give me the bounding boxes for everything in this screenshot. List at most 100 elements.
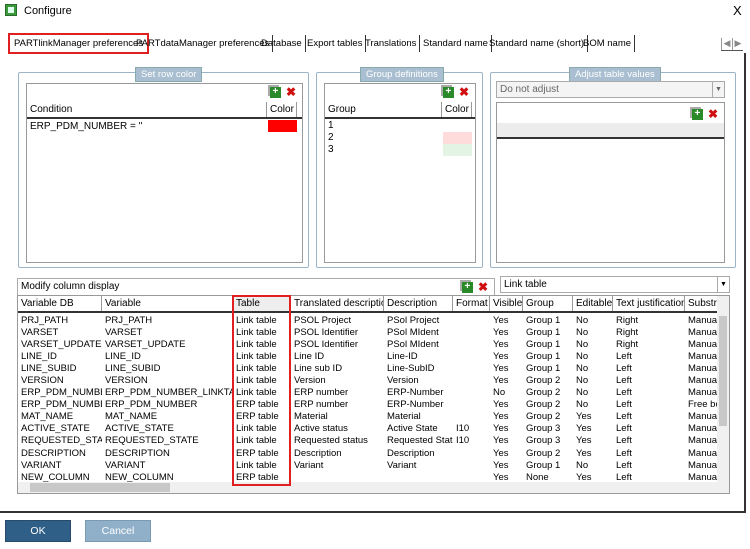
table-row[interactable]: VARIANT VARIANT Link table Variant Variant Ye… <box>18 459 718 471</box>
table-cell[interactable]: Left <box>613 399 685 411</box>
table-cell[interactable] <box>453 350 490 362</box>
table-cell[interactable]: No <box>573 314 613 326</box>
table-cell[interactable]: Right <box>613 338 685 350</box>
table-cell[interactable]: Material <box>384 411 453 423</box>
table-cell[interactable]: PSol Project <box>384 314 453 326</box>
table-cell[interactable]: Yes <box>573 447 613 459</box>
table-cell[interactable]: ERP table <box>233 447 291 459</box>
col-color[interactable]: Color <box>442 102 472 117</box>
table-cell[interactable]: No <box>573 459 613 471</box>
table-cell[interactable]: Line-ID <box>384 350 453 362</box>
tab-7[interactable]: BOM name <box>580 35 636 52</box>
table-cell[interactable]: PRJ_PATH <box>18 314 102 326</box>
table-cell[interactable]: PSOL Project <box>291 314 384 326</box>
table-cell[interactable]: I10 <box>453 423 490 435</box>
table-cell[interactable] <box>453 459 490 471</box>
table-cell[interactable]: Manual <box>685 350 718 362</box>
table-cell[interactable]: Group 2 <box>523 399 573 411</box>
delete-icon[interactable]: ✖ <box>286 86 296 98</box>
scroll-thumb[interactable] <box>30 483 170 492</box>
table-cell[interactable]: VARSET_UPDATE <box>18 338 102 350</box>
table-cell[interactable]: ERP_PDM_NUMBER <box>18 399 102 411</box>
table-cell[interactable]: Group 3 <box>523 423 573 435</box>
color-swatch[interactable] <box>268 120 297 132</box>
table-cell[interactable]: PRJ_PATH <box>102 314 233 326</box>
table-cell[interactable]: Manual <box>685 374 718 386</box>
table-row[interactable]: VARSET VARSET Link table PSOL Identifier PSo… <box>18 326 718 338</box>
table-cell[interactable]: DESCRIPTION <box>102 447 233 459</box>
table-row[interactable]: REQUESTED_STATEREQUESTED_STATELink table… <box>18 435 718 447</box>
table-cell[interactable] <box>453 387 490 399</box>
table-cell[interactable]: No <box>573 350 613 362</box>
table-cell[interactable]: Free bo <box>685 399 718 411</box>
table-cell[interactable]: Left <box>613 423 685 435</box>
column-header[interactable]: Text justification <box>613 296 685 311</box>
delete-icon[interactable]: ✖ <box>478 281 488 293</box>
table-cell[interactable]: No <box>573 326 613 338</box>
table-cell[interactable]: No <box>573 387 613 399</box>
table-cell[interactable]: Active State <box>384 423 453 435</box>
table-cell[interactable]: Yes <box>490 314 523 326</box>
table-cell[interactable]: Requested State <box>384 435 453 447</box>
table-cell[interactable]: ERP_PDM_NUMBER <box>18 387 102 399</box>
table-cell[interactable]: Left <box>613 387 685 399</box>
column-header[interactable]: Variable DB <box>18 296 102 311</box>
table-cell[interactable] <box>453 338 490 350</box>
tab-5[interactable]: Standard name <box>420 35 492 52</box>
table-cell[interactable]: Link table <box>233 374 291 386</box>
table-cell[interactable]: Manual <box>685 411 718 423</box>
tab-4[interactable]: Translations <box>362 35 421 52</box>
table-cell[interactable]: ERP table <box>233 399 291 411</box>
table-cell[interactable]: Manual <box>685 435 718 447</box>
table-cell[interactable]: Left <box>613 411 685 423</box>
table-cell[interactable]: Yes <box>490 411 523 423</box>
column-header[interactable]: Group <box>523 296 573 311</box>
table-cell[interactable] <box>453 447 490 459</box>
table-cell[interactable]: Group 2 <box>523 387 573 399</box>
table-cell[interactable] <box>453 399 490 411</box>
table-cell[interactable]: Left <box>613 362 685 374</box>
table-cell[interactable]: Manual <box>685 314 718 326</box>
table-cell[interactable]: PSol MIdent <box>384 326 453 338</box>
column-header[interactable]: Description <box>384 296 453 311</box>
column-header[interactable]: Translated description <box>291 296 384 311</box>
table-cell[interactable]: Link table <box>233 459 291 471</box>
table-cell[interactable]: Manual <box>685 459 718 471</box>
table-cell[interactable]: Link table <box>233 350 291 362</box>
table-cell[interactable] <box>453 411 490 423</box>
table-cell[interactable]: Line ID <box>291 350 384 362</box>
adjust-list[interactable]: + ✖ <box>496 102 725 263</box>
table-cell[interactable]: DESCRIPTION <box>18 447 102 459</box>
table-cell[interactable]: ERP number <box>291 399 384 411</box>
table-cell[interactable]: REQUESTED_STATE <box>18 435 102 447</box>
table-cell[interactable]: Yes <box>573 435 613 447</box>
table-cell[interactable]: Version <box>291 374 384 386</box>
table-cell[interactable]: Yes <box>490 338 523 350</box>
table-cell[interactable]: Left <box>613 447 685 459</box>
delete-icon[interactable]: ✖ <box>708 108 718 120</box>
table-cell[interactable]: Group 1 <box>523 326 573 338</box>
group-row[interactable]: 1 <box>325 120 475 132</box>
table-cell[interactable]: Link table <box>233 362 291 374</box>
table-cell[interactable]: Version <box>384 374 453 386</box>
table-cell[interactable]: Link table <box>233 423 291 435</box>
add-icon[interactable]: + <box>269 87 281 98</box>
add-icon[interactable]: + <box>691 109 703 120</box>
table-cell[interactable]: Yes <box>490 447 523 459</box>
table-cell[interactable]: MAT_NAME <box>18 411 102 423</box>
table-cell[interactable]: Active status <box>291 423 384 435</box>
table-cell[interactable]: Left <box>613 350 685 362</box>
table-cell[interactable]: Line-SubID <box>384 362 453 374</box>
table-cell[interactable]: Variant <box>291 459 384 471</box>
tab-left-icon[interactable]: ◀ <box>721 38 732 50</box>
tab-right-icon[interactable]: ▶ <box>732 38 743 50</box>
table-cell[interactable]: Yes <box>490 399 523 411</box>
table-cell[interactable]: Link table <box>233 387 291 399</box>
table-cell[interactable]: No <box>573 362 613 374</box>
table-cell[interactable]: Line sub ID <box>291 362 384 374</box>
table-row[interactable]: ACTIVE_STATE ACTIVE_STATE Link table Active… <box>18 423 718 435</box>
condition-cell[interactable]: ERP_PDM_NUMBER = '' <box>30 121 142 132</box>
table-cell[interactable]: ERP_PDM_NUMBER_LINKTABLE <box>102 387 233 399</box>
table-cell[interactable]: Left <box>613 459 685 471</box>
table-cell[interactable]: VERSION <box>18 374 102 386</box>
